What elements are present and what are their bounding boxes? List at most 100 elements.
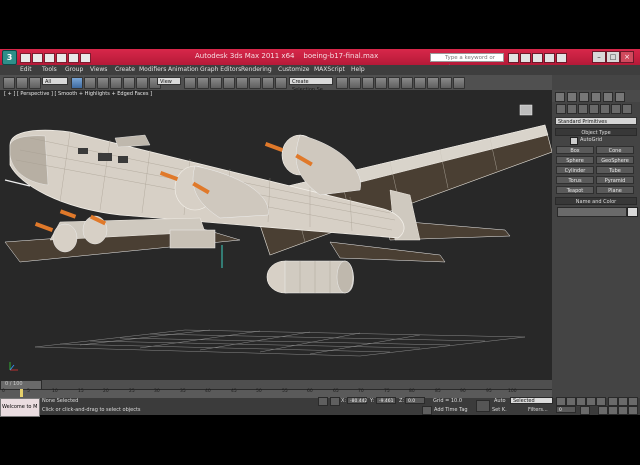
zoom-extents-icon[interactable]	[608, 397, 618, 406]
hierarchy-tab-icon[interactable]	[579, 92, 589, 102]
name-and-color-rollout[interactable]: Name and Color	[555, 197, 637, 205]
goto-end-icon[interactable]	[596, 397, 606, 406]
current-frame-marker[interactable]	[20, 389, 23, 397]
time-tag-icon[interactable]	[422, 406, 432, 415]
select-manipulate-icon[interactable]	[197, 77, 209, 89]
set-key-button[interactable]: Set K.	[492, 407, 507, 413]
select-move-icon[interactable]	[123, 77, 135, 89]
sphere-button[interactable]: Sphere	[556, 156, 594, 164]
percent-snap-icon[interactable]	[249, 77, 261, 89]
menu-animation[interactable]: Animation	[168, 66, 199, 73]
lock-selection-icon[interactable]	[318, 397, 328, 406]
angle-snap-icon[interactable]	[236, 77, 248, 89]
y-coordinate-field[interactable]: -9.461	[376, 397, 396, 404]
project-folder-icon[interactable]	[80, 53, 91, 63]
teapot-button[interactable]: Teapot	[556, 186, 594, 194]
graphite-ribbon-icon[interactable]	[375, 77, 387, 89]
torus-button[interactable]: Torus	[556, 176, 594, 184]
search-input[interactable]: Type a keyword or phrase	[430, 53, 504, 70]
undo-tool-icon[interactable]	[3, 77, 15, 89]
select-rotate-icon[interactable]	[136, 77, 148, 89]
menu-maxscript[interactable]: MAXScript	[314, 66, 345, 73]
play-icon[interactable]	[576, 397, 586, 406]
viewcube-icon[interactable]	[519, 104, 533, 116]
maximize-viewport-icon[interactable]	[628, 397, 638, 406]
autogrid-checkbox[interactable]	[570, 137, 578, 145]
modify-tab-icon[interactable]	[567, 92, 577, 102]
menu-customize[interactable]: Customize	[278, 66, 310, 73]
current-frame-field[interactable]: 0	[556, 406, 576, 413]
absolute-mode-icon[interactable]	[330, 397, 340, 406]
object-color-swatch[interactable]	[627, 207, 638, 217]
orbit-icon[interactable]	[628, 406, 638, 415]
unlink-icon[interactable]	[29, 77, 41, 89]
app-logo-icon[interactable]: 3	[2, 50, 17, 65]
menu-rendering[interactable]: Rendering	[241, 66, 272, 73]
display-tab-icon[interactable]	[603, 92, 613, 102]
box-button[interactable]: Box	[556, 146, 594, 154]
material-editor-icon[interactable]	[414, 77, 426, 89]
z-coordinate-field[interactable]: 0.0	[405, 397, 425, 404]
object-name-input[interactable]	[557, 207, 627, 217]
create-tab-icon[interactable]	[555, 92, 565, 102]
space-warps-icon[interactable]	[611, 104, 621, 114]
close-icon[interactable]: ×	[620, 51, 634, 63]
search-button-icon[interactable]	[508, 53, 519, 63]
pyramid-button[interactable]: Pyramid	[596, 176, 634, 184]
menu-modifiers[interactable]: Modifiers	[139, 66, 166, 73]
link-icon[interactable]	[16, 77, 28, 89]
pan-view-icon[interactable]	[618, 406, 628, 415]
layer-manager-icon[interactable]	[362, 77, 374, 89]
field-of-view-icon[interactable]	[618, 397, 628, 406]
x-coordinate-field[interactable]: -80.442	[347, 397, 367, 404]
systems-icon[interactable]	[622, 104, 632, 114]
snaps-toggle-icon[interactable]	[223, 77, 235, 89]
rendered-frame-window-icon[interactable]	[440, 77, 452, 89]
open-file-icon[interactable]	[32, 53, 43, 63]
geometry-icon[interactable]	[556, 104, 566, 114]
rectangular-selection-icon[interactable]	[97, 77, 109, 89]
key-filters-button[interactable]: Filters...	[528, 407, 548, 413]
select-by-name-icon[interactable]	[84, 77, 96, 89]
spinner-snap-icon[interactable]	[262, 77, 274, 89]
curve-editor-icon[interactable]	[388, 77, 400, 89]
menu-edit[interactable]: Edit	[20, 66, 32, 73]
named-selection-sets-dropdown[interactable]: Create Selection Se	[289, 77, 333, 93]
zoom-all-icon[interactable]	[608, 406, 618, 415]
select-object-icon[interactable]	[71, 77, 83, 89]
cameras-icon[interactable]	[589, 104, 599, 114]
motion-tab-icon[interactable]	[591, 92, 601, 102]
menu-create[interactable]: Create	[115, 66, 135, 73]
help-icon[interactable]	[556, 53, 567, 63]
lights-icon[interactable]	[578, 104, 588, 114]
plane-button[interactable]: Plane	[596, 186, 634, 194]
previous-frame-icon[interactable]	[566, 397, 576, 406]
selection-filter-dropdown[interactable]: All	[42, 77, 68, 85]
menu-help[interactable]: Help	[351, 66, 365, 73]
next-frame-icon[interactable]	[586, 397, 596, 406]
utilities-tab-icon[interactable]	[615, 92, 625, 102]
time-slider[interactable]	[0, 380, 552, 389]
redo-icon[interactable]	[68, 53, 79, 63]
favorites-icon[interactable]	[544, 53, 555, 63]
menu-views[interactable]: Views	[90, 66, 107, 73]
menu-tools[interactable]: Tools	[42, 66, 57, 73]
render-setup-icon[interactable]	[427, 77, 439, 89]
undo-icon[interactable]	[56, 53, 67, 63]
schematic-view-icon[interactable]	[401, 77, 413, 89]
save-file-icon[interactable]	[44, 53, 55, 63]
auto-key-button[interactable]: Auto	[494, 398, 506, 404]
cone-button[interactable]: Cone	[596, 146, 634, 154]
viewport-label[interactable]: [ + ] [ Perspective ] [ Smooth + Highlig…	[4, 91, 152, 97]
subscription-icon[interactable]	[520, 53, 531, 63]
tube-button[interactable]: Tube	[596, 166, 634, 174]
mirror-icon[interactable]	[336, 77, 348, 89]
helpers-icon[interactable]	[600, 104, 610, 114]
maximize-icon[interactable]: □	[606, 51, 620, 63]
new-file-icon[interactable]	[20, 53, 31, 63]
category-dropdown[interactable]: Standard Primitives	[555, 117, 637, 125]
menu-group[interactable]: Group	[65, 66, 83, 73]
add-time-tag[interactable]: Add Time Tag	[434, 407, 468, 413]
reference-coordinate-dropdown[interactable]: View	[157, 77, 181, 85]
geosphere-button[interactable]: GeoSphere	[596, 156, 634, 164]
